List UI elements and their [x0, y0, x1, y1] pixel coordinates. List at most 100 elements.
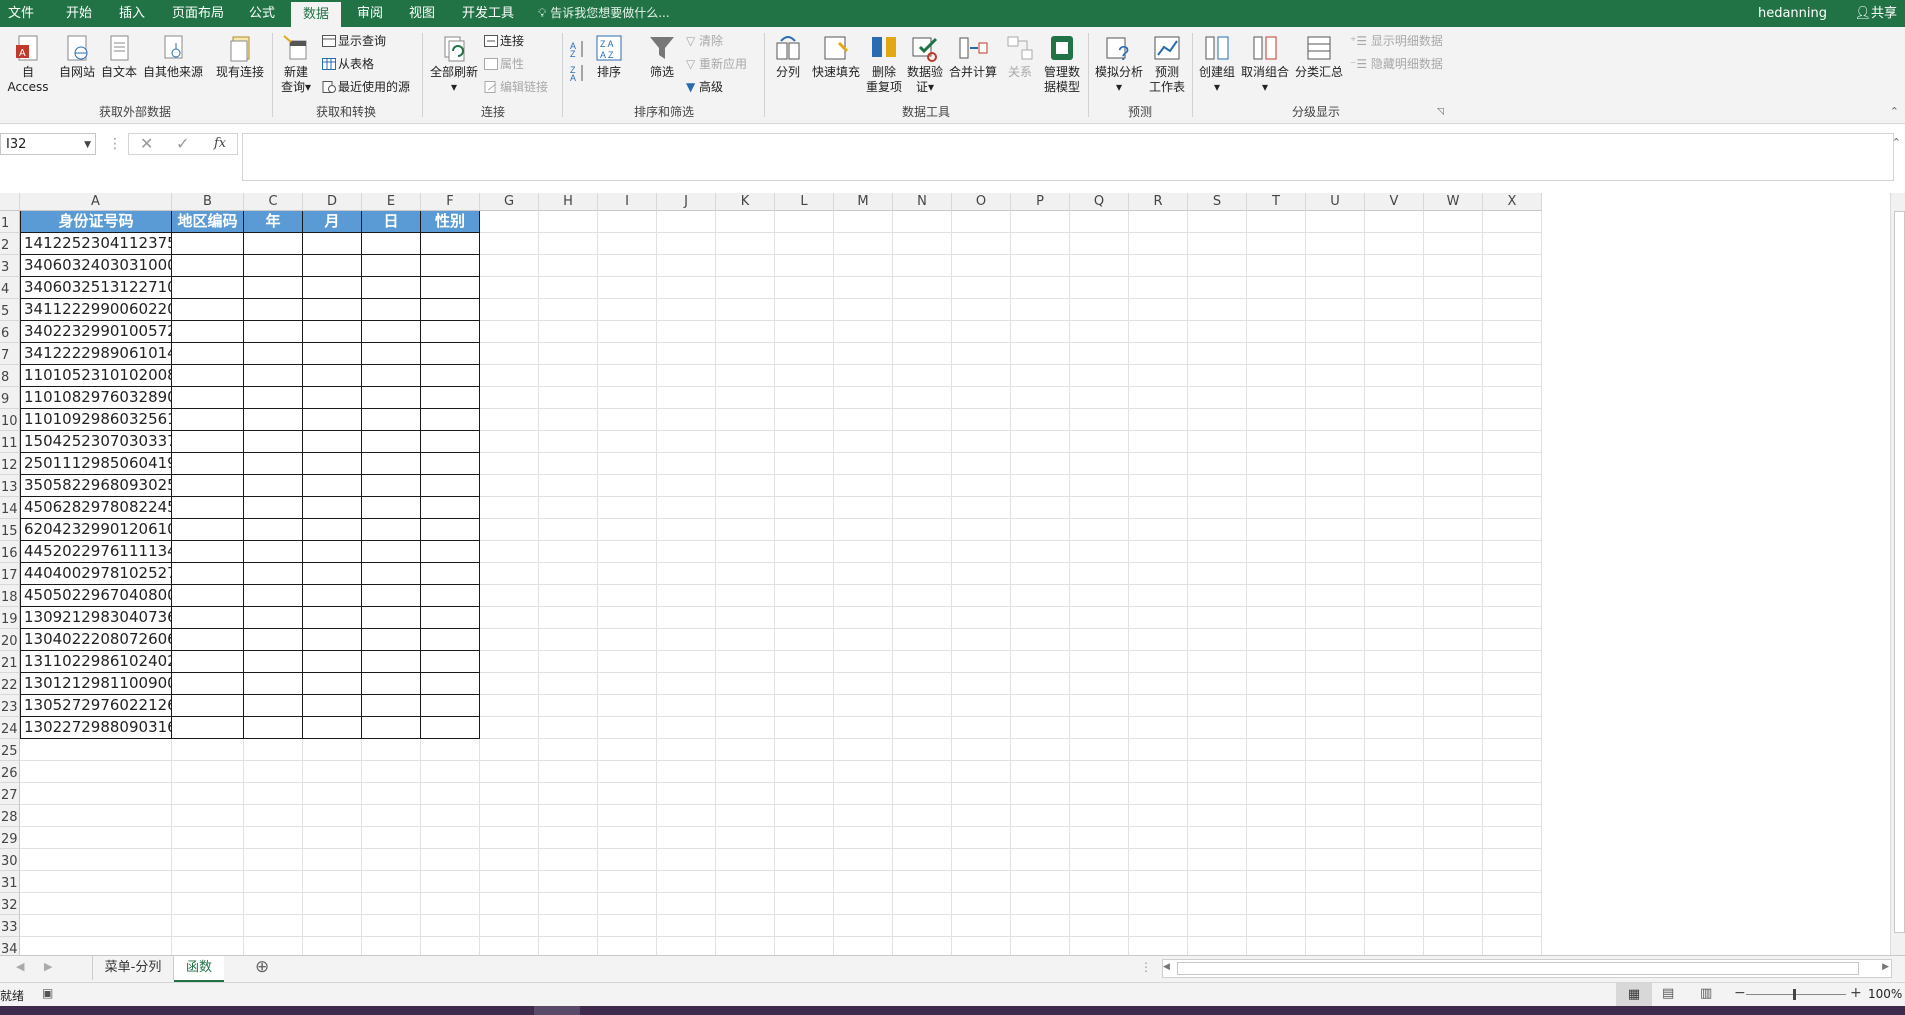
formula-input[interactable] [242, 133, 1894, 181]
grid-cell[interactable] [539, 783, 598, 805]
grid-cell[interactable] [539, 233, 598, 255]
grid-cell[interactable] [1070, 893, 1129, 915]
row-header[interactable]: 1 [0, 211, 20, 233]
grid-cell[interactable] [1306, 387, 1365, 409]
grid-cell[interactable] [244, 783, 303, 805]
menu-tab-insert[interactable]: 插入 [110, 0, 154, 27]
row-header[interactable]: 18 [0, 585, 20, 607]
id-number-cell[interactable]: 341122299006022045 [20, 299, 172, 321]
grid-cell[interactable] [775, 717, 834, 739]
grid-cell[interactable] [539, 211, 598, 233]
grid-cell[interactable] [1483, 827, 1542, 849]
grid-cell[interactable] [1011, 805, 1070, 827]
grid-cell[interactable] [657, 453, 716, 475]
grid-cell[interactable] [1011, 475, 1070, 497]
grid-cell[interactable] [598, 299, 657, 321]
grid-cell[interactable] [1070, 937, 1129, 955]
scroll-right-icon[interactable]: ▶ [1882, 962, 1889, 972]
grid-cell[interactable] [893, 695, 952, 717]
grid-cell[interactable] [1424, 365, 1483, 387]
grid-cell[interactable] [539, 563, 598, 585]
table-cell[interactable] [303, 519, 362, 541]
grid-cell[interactable] [480, 871, 539, 893]
grid-cell[interactable] [1483, 585, 1542, 607]
id-number-cell[interactable]: 340603240303100045 [20, 255, 172, 277]
grid-cell[interactable] [952, 519, 1011, 541]
grid-cell[interactable] [1070, 563, 1129, 585]
grid-cell[interactable] [1188, 365, 1247, 387]
grid-cell[interactable] [716, 387, 775, 409]
grid-cell[interactable] [1483, 365, 1542, 387]
grid-cell[interactable] [1365, 343, 1424, 365]
grid-cell[interactable] [1365, 541, 1424, 563]
table-cell[interactable] [303, 299, 362, 321]
grid-cell[interactable] [362, 893, 421, 915]
grid-cell[interactable] [716, 827, 775, 849]
grid-cell[interactable] [1247, 827, 1306, 849]
grid-cell[interactable] [657, 761, 716, 783]
grid-cell[interactable] [1188, 431, 1247, 453]
grid-cell[interactable] [1129, 365, 1188, 387]
grid-cell[interactable] [1424, 871, 1483, 893]
grid-cell[interactable] [1247, 585, 1306, 607]
grid-cell[interactable] [1247, 365, 1306, 387]
grid-cell[interactable] [893, 409, 952, 431]
table-cell[interactable] [421, 277, 480, 299]
grid-cell[interactable] [598, 233, 657, 255]
grid-cell[interactable] [1365, 211, 1424, 233]
grid-cell[interactable] [480, 299, 539, 321]
grid-cell[interactable] [598, 541, 657, 563]
grid-cell[interactable] [480, 563, 539, 585]
grid-cell[interactable] [657, 629, 716, 651]
column-header[interactable]: G [480, 193, 539, 211]
grid-cell[interactable] [1306, 629, 1365, 651]
row-header[interactable]: 24 [0, 717, 20, 739]
grid-cell[interactable] [716, 563, 775, 585]
grid-cell[interactable] [657, 783, 716, 805]
grid-cell[interactable] [598, 717, 657, 739]
table-cell[interactable] [244, 343, 303, 365]
grid-cell[interactable] [244, 805, 303, 827]
row-header[interactable]: 7 [0, 343, 20, 365]
grid-cell[interactable] [657, 915, 716, 937]
grid-cell[interactable] [716, 915, 775, 937]
grid-cell[interactable] [952, 937, 1011, 955]
grid-cell[interactable] [1483, 233, 1542, 255]
grid-cell[interactable] [1424, 607, 1483, 629]
table-cell[interactable] [362, 629, 421, 651]
grid-cell[interactable] [20, 805, 172, 827]
table-cell[interactable] [172, 233, 244, 255]
row-header[interactable]: 3 [0, 255, 20, 277]
grid-cell[interactable] [952, 409, 1011, 431]
horizontal-scroll-thumb[interactable] [1177, 962, 1859, 975]
sheet-tab-menu-split[interactable]: 菜单-分列 [92, 956, 174, 980]
table-cell[interactable] [421, 607, 480, 629]
grid-cell[interactable] [834, 453, 893, 475]
grid-cell[interactable] [539, 827, 598, 849]
grid-cell[interactable] [1129, 497, 1188, 519]
grid-cell[interactable] [1247, 431, 1306, 453]
grid-cell[interactable] [598, 893, 657, 915]
grid-cell[interactable] [1129, 695, 1188, 717]
grid-cell[interactable] [1306, 409, 1365, 431]
grid-cell[interactable] [1483, 629, 1542, 651]
grid-cell[interactable] [775, 299, 834, 321]
grid-cell[interactable] [480, 387, 539, 409]
grid-cell[interactable] [775, 805, 834, 827]
menu-tab-data[interactable]: 数据 [291, 2, 341, 27]
grid-cell[interactable] [893, 211, 952, 233]
grid-cell[interactable] [1365, 475, 1424, 497]
table-cell[interactable] [421, 343, 480, 365]
grid-cell[interactable] [1424, 541, 1483, 563]
grid-cell[interactable] [1188, 761, 1247, 783]
table-cell[interactable] [244, 563, 303, 585]
row-header[interactable]: 11 [0, 431, 20, 453]
grid-cell[interactable] [480, 849, 539, 871]
horizontal-scrollbar[interactable]: ◀ ▶ [1162, 959, 1892, 978]
grid-cell[interactable] [480, 695, 539, 717]
grid-cell[interactable] [1424, 783, 1483, 805]
grid-cell[interactable] [1247, 695, 1306, 717]
grid-cell[interactable] [657, 563, 716, 585]
table-cell[interactable] [421, 321, 480, 343]
grid-cell[interactable] [20, 849, 172, 871]
